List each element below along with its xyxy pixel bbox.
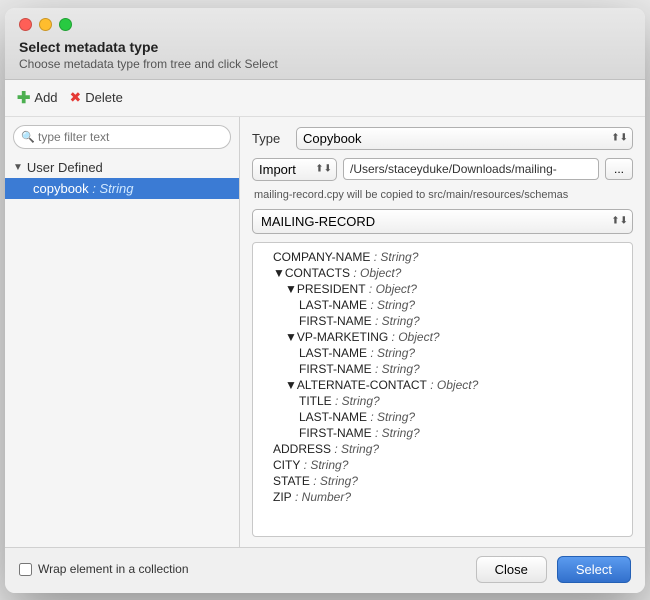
right-panel: Type Copybook ⬆⬇ Import ⬆⬇ /Users/stacey… <box>240 117 645 547</box>
wrap-label: Wrap element in a collection <box>38 562 189 576</box>
tree-item-type: : String <box>92 181 133 196</box>
close-window-btn[interactable] <box>19 18 32 31</box>
tree-group-label: User Defined <box>27 160 103 175</box>
schema-tree-item: STATE : String? <box>257 473 628 489</box>
search-icon: 🔍 <box>21 130 35 143</box>
tree-item-name: copybook <box>33 181 89 196</box>
select-button[interactable]: Select <box>557 556 631 583</box>
import-select-wrapper: Import ⬆⬇ <box>252 158 337 181</box>
dialog-subtitle: Choose metadata type from tree and click… <box>19 57 278 71</box>
schema-tree-item: CITY : String? <box>257 457 628 473</box>
delete-icon: ✖ <box>70 89 82 106</box>
add-icon: ✚ <box>17 88 30 108</box>
schema-tree-item: LAST-NAME : String? <box>257 297 628 313</box>
delete-button[interactable]: ✖ Delete <box>70 89 123 106</box>
footer-actions: Close Select <box>476 556 631 583</box>
add-label: Add <box>34 90 57 105</box>
schema-tree-item: FIRST-NAME : String? <box>257 425 628 441</box>
tree-group-user-defined[interactable]: ▼ User Defined <box>5 157 239 178</box>
schema-tree: COMPANY-NAME : String?▼CONTACTS : Object… <box>252 242 633 537</box>
import-row: Import ⬆⬇ /Users/staceyduke/Downloads/ma… <box>252 158 633 181</box>
tree-view: ▼ User Defined copybook : String <box>5 155 239 547</box>
schema-tree-item: ▼VP-MARKETING : Object? <box>257 329 628 345</box>
type-select[interactable]: Copybook <box>296 127 633 150</box>
wrap-check-row: Wrap element in a collection <box>19 562 189 576</box>
schema-tree-item: FIRST-NAME : String? <box>257 313 628 329</box>
schema-tree-item: TITLE : String? <box>257 393 628 409</box>
close-button[interactable]: Close <box>476 556 547 583</box>
chevron-icon: ▼ <box>13 162 23 173</box>
main-content: 🔍 ▼ User Defined copybook : String Type <box>5 117 645 547</box>
import-select[interactable]: Import <box>252 158 337 181</box>
copy-notice: mailing-record.cpy will be copied to src… <box>252 189 633 201</box>
schema-tree-item: LAST-NAME : String? <box>257 409 628 425</box>
left-panel: 🔍 ▼ User Defined copybook : String <box>5 117 240 547</box>
type-label: Type <box>252 131 288 146</box>
schema-tree-item: LAST-NAME : String? <box>257 345 628 361</box>
schema-tree-item: ▼PRESIDENT : Object? <box>257 281 628 297</box>
dialog-title: Select metadata type <box>19 39 158 55</box>
dialog: Select metadata type Choose metadata typ… <box>5 8 645 593</box>
schema-tree-item: ▼ALTERNATE-CONTACT : Object? <box>257 377 628 393</box>
toolbar: ✚ Add ✖ Delete <box>5 80 645 117</box>
title-bar: Select metadata type Choose metadata typ… <box>5 8 645 80</box>
browse-button[interactable]: ... <box>605 158 633 180</box>
tree-item-copybook[interactable]: copybook : String <box>5 178 239 199</box>
search-input[interactable] <box>13 125 231 149</box>
schema-tree-item: ▼CONTACTS : Object? <box>257 265 628 281</box>
record-select-wrapper: MAILING-RECORD ⬆⬇ <box>252 209 633 234</box>
search-box: 🔍 <box>13 125 231 149</box>
path-field: /Users/staceyduke/Downloads/mailing- <box>343 158 599 180</box>
window-controls <box>19 18 72 31</box>
record-select[interactable]: MAILING-RECORD <box>252 209 633 234</box>
type-row: Type Copybook ⬆⬇ <box>252 127 633 150</box>
schema-tree-item: FIRST-NAME : String? <box>257 361 628 377</box>
maximize-window-btn[interactable] <box>59 18 72 31</box>
schema-tree-item: COMPANY-NAME : String? <box>257 249 628 265</box>
schema-tree-item: ZIP : Number? <box>257 489 628 505</box>
wrap-checkbox[interactable] <box>19 563 32 576</box>
type-select-wrapper: Copybook ⬆⬇ <box>296 127 633 150</box>
footer: Wrap element in a collection Close Selec… <box>5 547 645 593</box>
add-button[interactable]: ✚ Add <box>17 88 58 108</box>
delete-label: Delete <box>85 90 123 105</box>
schema-tree-item: ADDRESS : String? <box>257 441 628 457</box>
minimize-window-btn[interactable] <box>39 18 52 31</box>
